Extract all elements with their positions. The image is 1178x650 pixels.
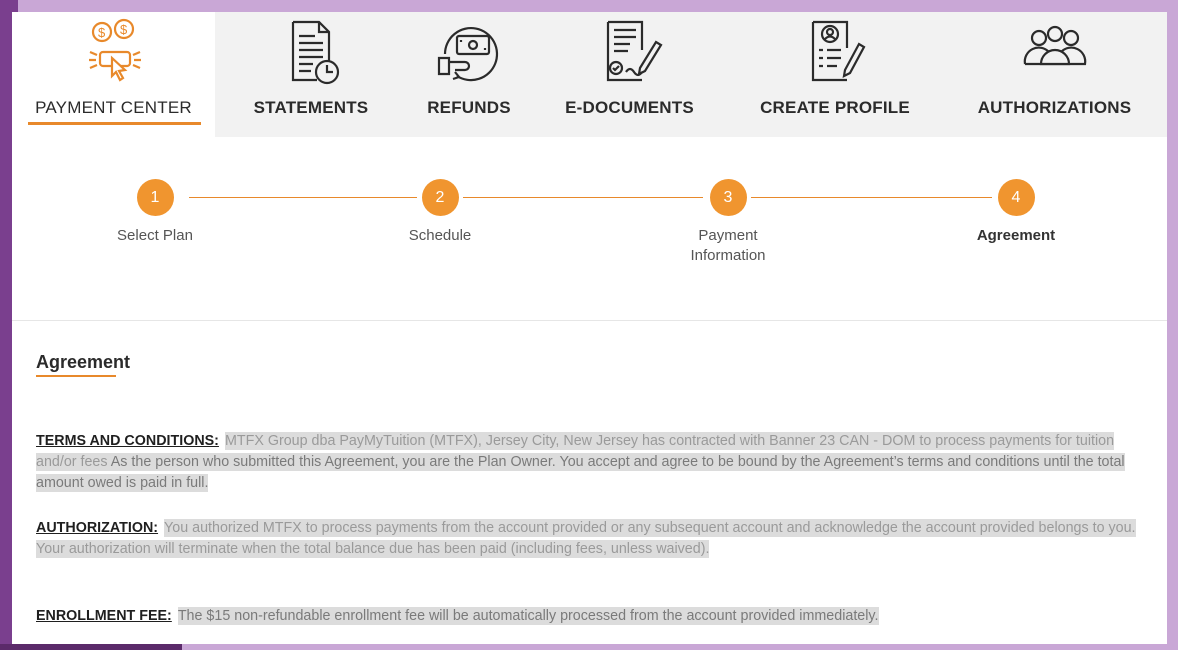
create-profile-icon [811,20,866,82]
step-number: 1 [136,179,174,216]
nav-label: E-DOCUMENTS [565,98,694,117]
step-select-plan[interactable]: 1 Select Plan [75,179,235,246]
step-number: 4 [997,179,1035,216]
agreement-heading: Agreement [36,352,131,372]
payment-center-icon: $ $ [88,18,141,82]
step-label: Select Plan [117,227,193,244]
e-documents-icon [606,20,663,82]
progress-stepper: 1 Select Plan 2 Schedule 3 Payment Infor… [12,137,1167,321]
nav-statements[interactable]: STATEMENTS [215,12,407,137]
svg-text:$: $ [120,22,128,37]
enrollment-fee-heading: ENROLLMENT FEE: [36,608,172,624]
nav-label: AUTHORIZATIONS [977,98,1132,117]
statements-icon [291,20,340,85]
nav-refunds[interactable]: REFUNDS [407,12,531,137]
top-navigation: $ $ PAYMENT CENTER STATEMENTS REFUNDS E-… [12,12,1167,137]
payment-portal-panel: $ $ PAYMENT CENTER STATEMENTS REFUNDS E-… [12,12,1167,644]
authorization-text: You authorized MTFX to process payments … [36,519,1136,558]
nav-label: STATEMENTS [253,98,369,117]
nav-authorizations[interactable]: AUTHORIZATIONS [942,12,1167,137]
enrollment-fee-section: ENROLLMENT FEE: The $15 non-refundable en… [36,606,1148,627]
nav-label: CREATE PROFILE [760,98,910,117]
step-number: 3 [709,179,747,216]
authorization-section: AUTHORIZATION: You authorized MTFX to pro… [36,518,1148,560]
refunds-icon [437,27,499,82]
svg-text:$: $ [98,25,106,40]
authorizations-icon [1023,25,1086,66]
heading-underline [36,375,116,377]
nav-label: REFUNDS [427,98,511,117]
window-bottom-edge [0,644,182,650]
step-label: Payment Information [690,227,766,264]
nav-create-profile[interactable]: CREATE PROFILE [728,12,942,137]
step-number: 2 [421,179,459,216]
authorization-heading: AUTHORIZATION: [36,520,159,536]
step-label: Schedule [408,227,472,244]
terms-emphasis: As the person who submitted this Agreeme… [36,454,1125,491]
step-agreement[interactable]: 4 Agreement [936,179,1096,246]
active-tab-underline [28,122,201,125]
step-label: Agreement [976,227,1056,244]
enrollment-fee-text: The $15 non-refundable enrollment fee wi… [177,607,879,625]
step-payment-information[interactable]: 3 Payment Information [648,179,808,266]
terms-and-conditions-section: TERMS AND CONDITIONS: MTFX Group dba PayM… [36,431,1148,494]
nav-payment-center[interactable]: $ $ PAYMENT CENTER [12,12,215,137]
nav-e-documents[interactable]: E-DOCUMENTS [531,12,728,137]
nav-label: PAYMENT CENTER [35,98,192,117]
terms-heading: TERMS AND CONDITIONS: [36,433,219,449]
step-schedule[interactable]: 2 Schedule [360,179,520,246]
